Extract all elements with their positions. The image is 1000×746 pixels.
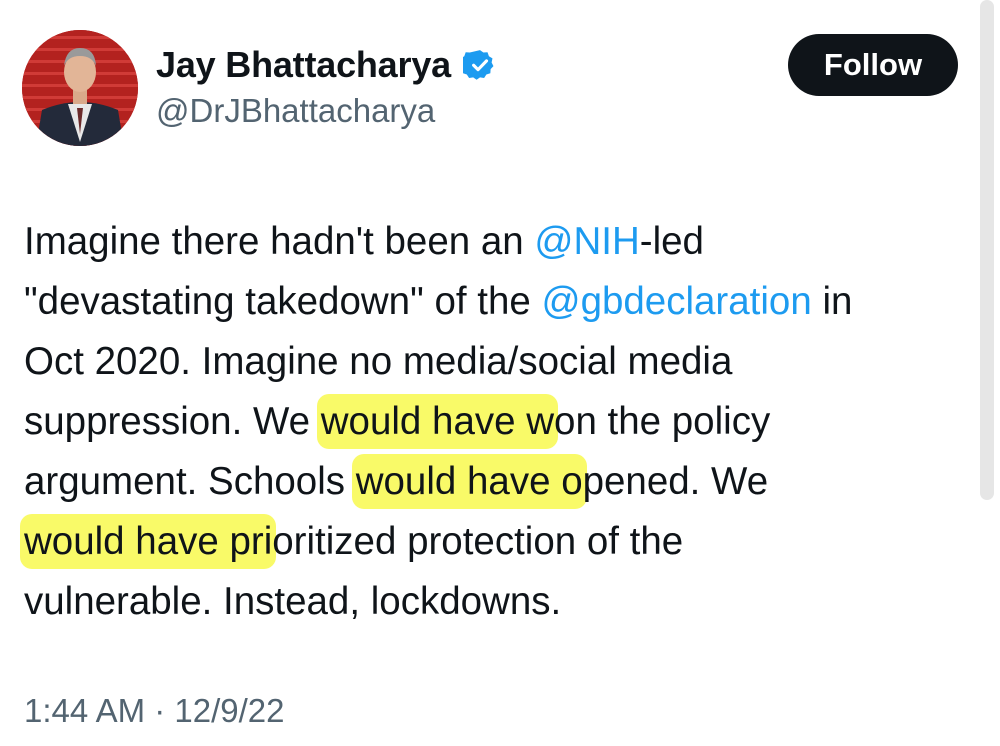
author-name-row[interactable]: Jay Bhattacharya (156, 44, 497, 86)
tweet-text: Imagine there hadn't been an @NIH-led "de… (20, 212, 984, 632)
tweet-text-segment: pened. We (582, 460, 769, 503)
tweet-line: suppression. We would have won the polic… (24, 392, 984, 452)
tweet-line: "devastating takedown" of the @gbdeclara… (24, 272, 984, 332)
mention-link[interactable]: @NIH (534, 220, 639, 263)
verified-badge-icon (462, 50, 494, 80)
tweet-line: Imagine there hadn't been an @NIH-led (24, 212, 984, 272)
tweet-text-segment: oritized protection of the (272, 520, 684, 563)
tweet-text-segment: vulnerable. Instead, lockdowns. (24, 580, 562, 623)
tweet-text-segment: on the policy (554, 400, 771, 443)
author-handle[interactable]: @DrJBhattacharya (156, 92, 435, 130)
author-display-name[interactable]: Jay Bhattacharya (156, 44, 451, 86)
tweet-timestamp[interactable]: 1:44 AM · 12/9/22 (24, 692, 285, 730)
tweet-text-segment: in (811, 280, 853, 323)
highlighted-text: would have o (351, 454, 587, 509)
avatar-image (22, 30, 138, 146)
tweet-line: argument. Schools would have opened. We (24, 452, 984, 512)
tweet-line: vulnerable. Instead, lockdowns. (24, 572, 984, 632)
follow-button[interactable]: Follow (788, 34, 958, 96)
tweet-text-segment: argument. Schools (24, 460, 356, 503)
mention-link[interactable]: @gbdeclaration (541, 280, 811, 323)
tweet-text-segment: Oct 2020. Imagine no media/social media (24, 340, 733, 383)
avatar[interactable] (22, 30, 138, 146)
highlighted-text: would have pri (20, 514, 277, 569)
tweet-text-segment: -led (639, 220, 704, 263)
tweet-text-segment: "devastating takedown" of the (24, 280, 542, 323)
tweet-page: Jay Bhattacharya @DrJBhattacharya Follow… (0, 0, 1000, 746)
highlighted-text: would have w (316, 394, 559, 449)
tweet-line: would have prioritized protection of the (20, 512, 984, 572)
tweet-text-segment: suppression. We (24, 400, 321, 443)
tweet-text-segment: Imagine there hadn't been an (24, 220, 535, 263)
tweet-line: Oct 2020. Imagine no media/social media (24, 332, 984, 392)
